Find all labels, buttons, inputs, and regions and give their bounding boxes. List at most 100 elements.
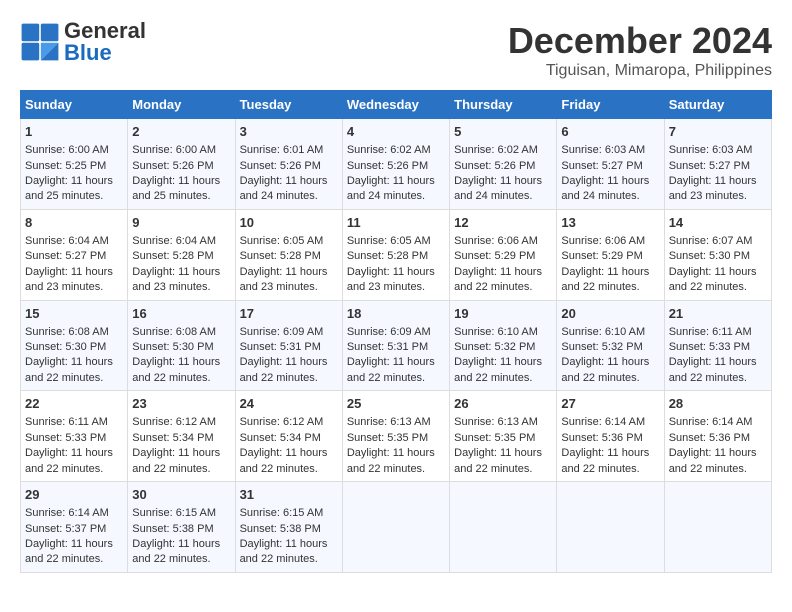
sunrise-text: Sunrise: 6:14 AM [561, 416, 645, 428]
sunrise-text: Sunrise: 6:00 AM [25, 144, 109, 156]
calendar-cell: 31 Sunrise: 6:15 AM Sunset: 5:38 PM Dayl… [235, 482, 342, 573]
calendar-week-1: 1 Sunrise: 6:00 AM Sunset: 5:25 PM Dayli… [21, 119, 772, 210]
daylight-text: Daylight: 11 hours and 23 minutes. [132, 266, 220, 293]
col-friday: Friday [557, 91, 664, 119]
col-thursday: Thursday [450, 91, 557, 119]
sunset-text: Sunset: 5:30 PM [669, 250, 750, 262]
daylight-text: Daylight: 11 hours and 22 minutes. [25, 356, 113, 383]
sunset-text: Sunset: 5:30 PM [132, 341, 213, 353]
sunset-text: Sunset: 5:32 PM [561, 341, 642, 353]
sunset-text: Sunset: 5:38 PM [240, 523, 321, 535]
sunrise-text: Sunrise: 6:11 AM [25, 416, 108, 428]
sunrise-text: Sunrise: 6:13 AM [347, 416, 431, 428]
calendar-cell [664, 482, 771, 573]
header-row: Sunday Monday Tuesday Wednesday Thursday… [21, 91, 772, 119]
daylight-text: Daylight: 11 hours and 22 minutes. [669, 356, 757, 383]
calendar-cell: 2 Sunrise: 6:00 AM Sunset: 5:26 PM Dayli… [128, 119, 235, 210]
sunset-text: Sunset: 5:30 PM [25, 341, 106, 353]
sunset-text: Sunset: 5:28 PM [347, 250, 428, 262]
day-number: 4 [347, 123, 445, 141]
daylight-text: Daylight: 11 hours and 23 minutes. [240, 266, 328, 293]
calendar-cell: 16 Sunrise: 6:08 AM Sunset: 5:30 PM Dayl… [128, 300, 235, 391]
col-monday: Monday [128, 91, 235, 119]
calendar-cell: 8 Sunrise: 6:04 AM Sunset: 5:27 PM Dayli… [21, 209, 128, 300]
logo: General Blue [20, 20, 146, 64]
calendar-week-2: 8 Sunrise: 6:04 AM Sunset: 5:27 PM Dayli… [21, 209, 772, 300]
daylight-text: Daylight: 11 hours and 24 minutes. [240, 175, 328, 202]
calendar-week-5: 29 Sunrise: 6:14 AM Sunset: 5:37 PM Dayl… [21, 482, 772, 573]
calendar-cell: 13 Sunrise: 6:06 AM Sunset: 5:29 PM Dayl… [557, 209, 664, 300]
sunset-text: Sunset: 5:29 PM [561, 250, 642, 262]
calendar-table: Sunday Monday Tuesday Wednesday Thursday… [20, 90, 772, 573]
day-number: 1 [25, 123, 123, 141]
day-number: 28 [669, 395, 767, 413]
sunrise-text: Sunrise: 6:02 AM [454, 144, 538, 156]
sunrise-text: Sunrise: 6:03 AM [561, 144, 645, 156]
calendar-cell: 26 Sunrise: 6:13 AM Sunset: 5:35 PM Dayl… [450, 391, 557, 482]
month-title: December 2024 [508, 20, 772, 62]
day-number: 6 [561, 123, 659, 141]
day-number: 16 [132, 305, 230, 323]
calendar-cell: 5 Sunrise: 6:02 AM Sunset: 5:26 PM Dayli… [450, 119, 557, 210]
sunset-text: Sunset: 5:32 PM [454, 341, 535, 353]
daylight-text: Daylight: 11 hours and 22 minutes. [561, 447, 649, 474]
daylight-text: Daylight: 11 hours and 22 minutes. [25, 538, 113, 565]
sunrise-text: Sunrise: 6:01 AM [240, 144, 324, 156]
calendar-cell: 27 Sunrise: 6:14 AM Sunset: 5:36 PM Dayl… [557, 391, 664, 482]
page-header: General Blue December 2024 Tiguisan, Mim… [20, 20, 772, 80]
calendar-week-4: 22 Sunrise: 6:11 AM Sunset: 5:33 PM Dayl… [21, 391, 772, 482]
daylight-text: Daylight: 11 hours and 23 minutes. [347, 266, 435, 293]
calendar-cell: 10 Sunrise: 6:05 AM Sunset: 5:28 PM Dayl… [235, 209, 342, 300]
day-number: 9 [132, 214, 230, 232]
daylight-text: Daylight: 11 hours and 22 minutes. [561, 356, 649, 383]
calendar-cell: 1 Sunrise: 6:00 AM Sunset: 5:25 PM Dayli… [21, 119, 128, 210]
calendar-cell [450, 482, 557, 573]
day-number: 3 [240, 123, 338, 141]
calendar-cell: 20 Sunrise: 6:10 AM Sunset: 5:32 PM Dayl… [557, 300, 664, 391]
sunrise-text: Sunrise: 6:11 AM [669, 326, 752, 338]
daylight-text: Daylight: 11 hours and 22 minutes. [561, 266, 649, 293]
calendar-cell: 12 Sunrise: 6:06 AM Sunset: 5:29 PM Dayl… [450, 209, 557, 300]
sunset-text: Sunset: 5:26 PM [347, 160, 428, 172]
day-number: 7 [669, 123, 767, 141]
day-number: 11 [347, 214, 445, 232]
daylight-text: Daylight: 11 hours and 22 minutes. [347, 447, 435, 474]
sunrise-text: Sunrise: 6:12 AM [132, 416, 216, 428]
calendar-cell: 19 Sunrise: 6:10 AM Sunset: 5:32 PM Dayl… [450, 300, 557, 391]
sunset-text: Sunset: 5:26 PM [454, 160, 535, 172]
sunrise-text: Sunrise: 6:09 AM [347, 326, 431, 338]
logo-icon [20, 22, 60, 62]
sunrise-text: Sunrise: 6:04 AM [25, 235, 109, 247]
calendar-cell: 3 Sunrise: 6:01 AM Sunset: 5:26 PM Dayli… [235, 119, 342, 210]
sunset-text: Sunset: 5:25 PM [25, 160, 106, 172]
sunrise-text: Sunrise: 6:05 AM [240, 235, 324, 247]
calendar-cell: 11 Sunrise: 6:05 AM Sunset: 5:28 PM Dayl… [342, 209, 449, 300]
sunset-text: Sunset: 5:34 PM [240, 432, 321, 444]
sunset-text: Sunset: 5:36 PM [561, 432, 642, 444]
day-number: 23 [132, 395, 230, 413]
col-saturday: Saturday [664, 91, 771, 119]
daylight-text: Daylight: 11 hours and 22 minutes. [454, 356, 542, 383]
sunset-text: Sunset: 5:33 PM [669, 341, 750, 353]
col-tuesday: Tuesday [235, 91, 342, 119]
calendar-cell: 14 Sunrise: 6:07 AM Sunset: 5:30 PM Dayl… [664, 209, 771, 300]
daylight-text: Daylight: 11 hours and 24 minutes. [561, 175, 649, 202]
daylight-text: Daylight: 11 hours and 23 minutes. [25, 266, 113, 293]
title-section: December 2024 Tiguisan, Mimaropa, Philip… [508, 20, 772, 80]
calendar-cell: 9 Sunrise: 6:04 AM Sunset: 5:28 PM Dayli… [128, 209, 235, 300]
daylight-text: Daylight: 11 hours and 24 minutes. [454, 175, 542, 202]
logo-blue: Blue [64, 40, 112, 65]
sunset-text: Sunset: 5:34 PM [132, 432, 213, 444]
sunset-text: Sunset: 5:28 PM [132, 250, 213, 262]
calendar-week-3: 15 Sunrise: 6:08 AM Sunset: 5:30 PM Dayl… [21, 300, 772, 391]
sunrise-text: Sunrise: 6:15 AM [240, 507, 324, 519]
location-subtitle: Tiguisan, Mimaropa, Philippines [508, 62, 772, 80]
sunrise-text: Sunrise: 6:10 AM [454, 326, 538, 338]
sunset-text: Sunset: 5:31 PM [240, 341, 321, 353]
sunrise-text: Sunrise: 6:14 AM [25, 507, 109, 519]
calendar-cell: 21 Sunrise: 6:11 AM Sunset: 5:33 PM Dayl… [664, 300, 771, 391]
calendar-cell: 22 Sunrise: 6:11 AM Sunset: 5:33 PM Dayl… [21, 391, 128, 482]
day-number: 14 [669, 214, 767, 232]
day-number: 29 [25, 486, 123, 504]
day-number: 2 [132, 123, 230, 141]
